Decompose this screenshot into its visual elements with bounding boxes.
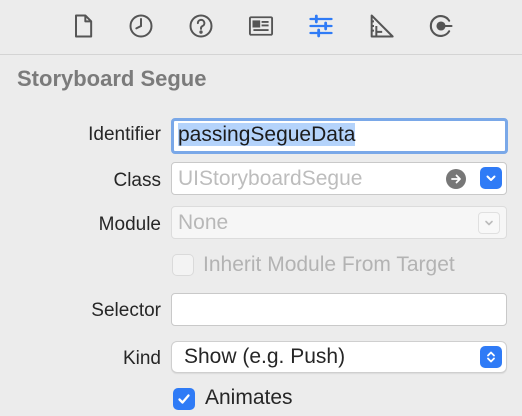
section-title: Storyboard Segue (17, 66, 207, 91)
inherit-module-checkbox[interactable] (172, 254, 194, 276)
identifier-label: Identifier (88, 124, 161, 145)
kind-popup-button[interactable]: Show (e.g. Push) (171, 341, 507, 373)
animates-label: Animates (205, 386, 293, 409)
tab-quick-help-inspector[interactable] (184, 9, 218, 43)
arrow-right-icon (451, 174, 461, 184)
inspector-tab-bar (0, 0, 522, 55)
size-ruler-icon (370, 14, 394, 38)
tab-connections-inspector[interactable] (424, 9, 458, 43)
kind-label: Kind (122, 348, 161, 369)
attributes-inspector: Storyboard Segue Identifier passingSegue… (0, 0, 522, 416)
module-dropdown-button[interactable] (478, 212, 500, 234)
chevron-down-icon (485, 220, 493, 226)
module-field[interactable]: None (171, 206, 507, 239)
module-label: Module (98, 214, 161, 235)
inherit-module-label: Inherit Module From Target (203, 253, 455, 276)
selector-field[interactable] (171, 293, 507, 326)
kind-stepper (480, 346, 502, 368)
attributes-sliders-icon (309, 14, 333, 38)
chevron-up-down-icon (487, 351, 495, 363)
tab-identity-inspector[interactable] (244, 9, 278, 43)
module-placeholder: None (178, 211, 229, 234)
kind-value: Show (e.g. Push) (184, 345, 346, 368)
class-label: Class (113, 170, 161, 191)
class-field[interactable]: UIStoryboardSegue (171, 162, 507, 195)
file-icon (75, 14, 93, 38)
tab-attributes-inspector[interactable] (304, 9, 338, 43)
class-placeholder: UIStoryboardSegue (178, 167, 363, 190)
go-to-class-button[interactable] (446, 169, 466, 189)
selector-label: Selector (91, 300, 161, 321)
chevron-down-icon (486, 175, 496, 181)
tab-size-inspector[interactable] (364, 9, 398, 43)
class-dropdown-button[interactable] (480, 167, 502, 189)
connections-icon (429, 15, 453, 37)
identity-icon (248, 16, 274, 36)
identifier-value: passingSegueData (178, 123, 356, 146)
identifier-field[interactable]: passingSegueData (171, 118, 508, 154)
checkmark-icon (178, 394, 190, 404)
tab-history-inspector[interactable] (124, 9, 158, 43)
history-icon (129, 14, 153, 38)
animates-checkbox[interactable] (173, 388, 195, 410)
tab-file-inspector[interactable] (66, 9, 100, 43)
help-icon (189, 14, 213, 38)
